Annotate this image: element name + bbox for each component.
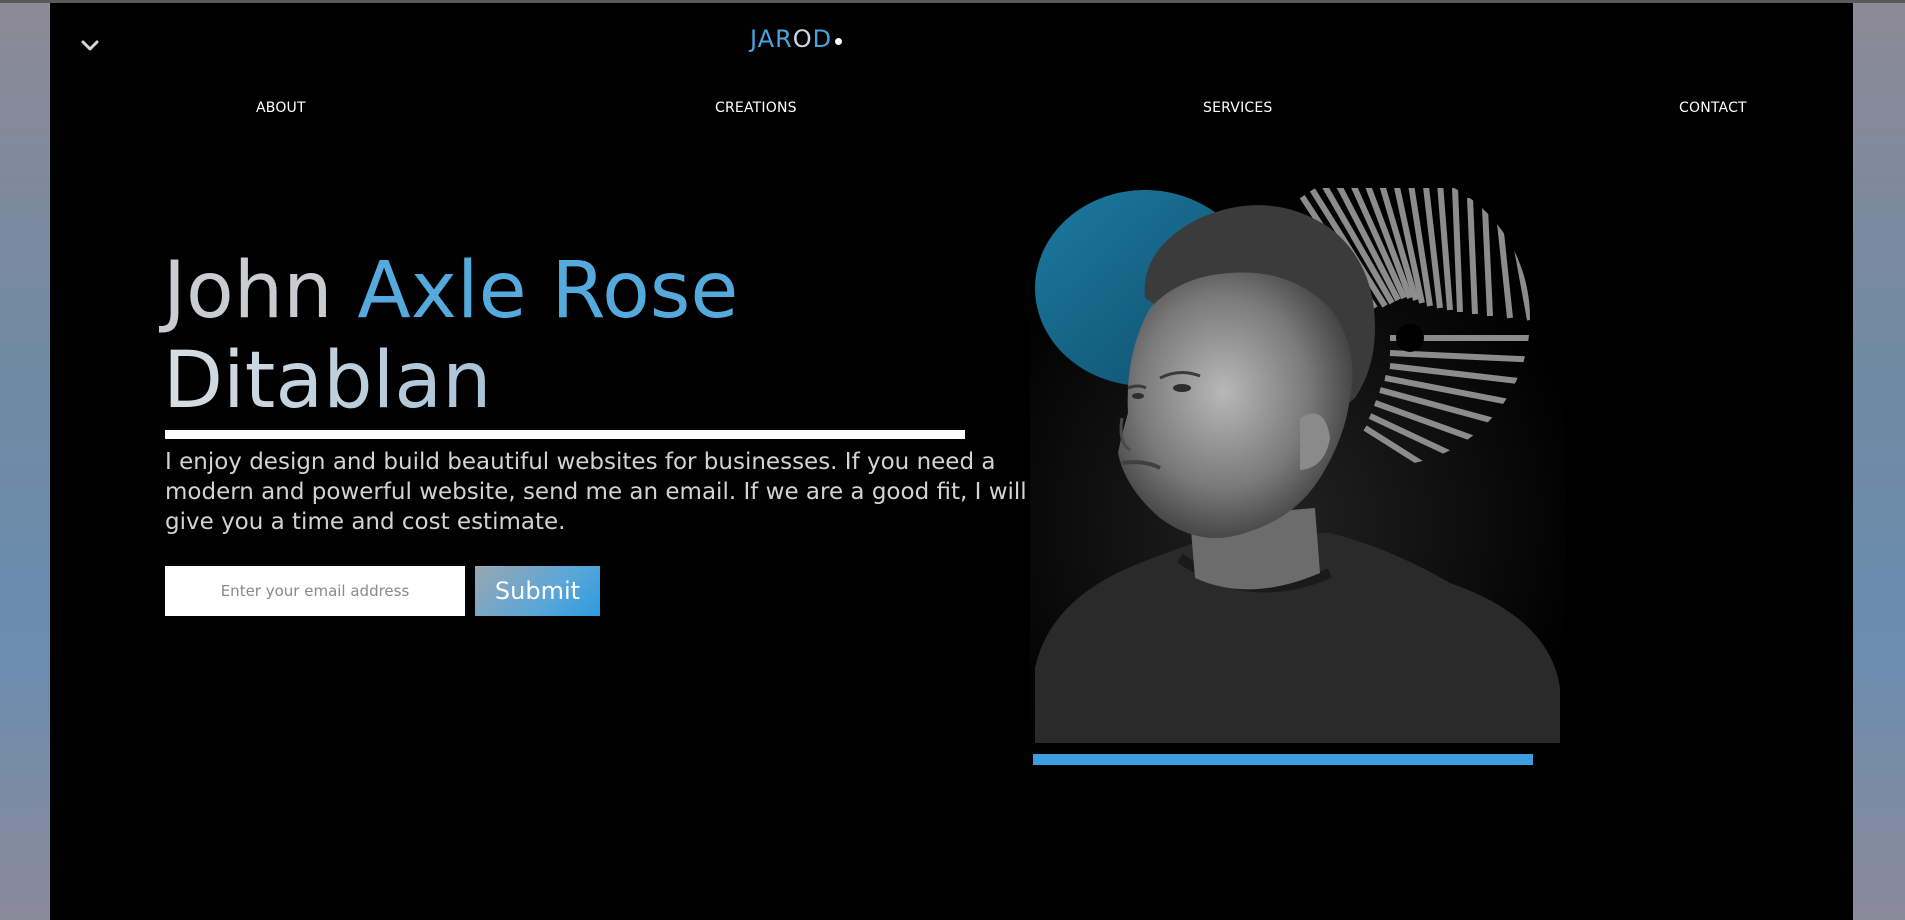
hero-title-middle: Axle Rose [357,246,739,336]
logo-text-part1: JAR [750,25,793,53]
logo-text-part2: O [792,25,813,53]
email-input[interactable] [165,566,465,616]
nav-link-creations[interactable]: CREATIONS [715,100,797,116]
nav-link-about[interactable]: ABOUT [256,100,306,116]
page: JAROD ABOUT CREATIONS SERVICES CONTACT J… [50,3,1853,920]
accent-bar [1033,754,1533,765]
nav-link-services[interactable]: SERVICES [1203,100,1273,116]
title-underline [165,430,965,439]
hero-title-first: John [163,246,333,336]
nav-link-contact[interactable]: CONTACT [1679,100,1747,116]
hero-title-last: Ditablan [163,336,492,426]
logo-dot [835,38,843,45]
portrait-image [1030,176,1565,743]
hero-title: John Axle Rose Ditablan [163,246,863,426]
logo-text-part3: D [812,25,833,53]
chevron-down-icon[interactable] [78,33,102,57]
hero-description: I enjoy design and build beautiful websi… [165,449,1027,535]
site-logo[interactable]: JAROD [750,25,843,53]
submit-button[interactable]: Submit [475,566,600,616]
